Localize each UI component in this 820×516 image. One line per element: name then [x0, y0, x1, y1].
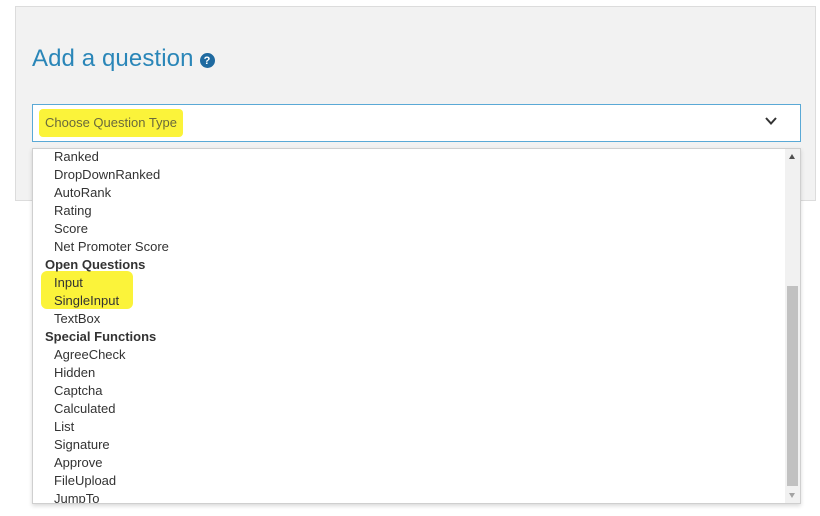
chevron-down-icon[interactable] [764, 114, 778, 128]
question-circle-icon[interactable]: ? [199, 53, 215, 68]
question-type-placeholder: Choose Question Type [39, 109, 184, 137]
scroll-up-icon[interactable] [789, 154, 795, 159]
list-item[interactable]: FileUpload [33, 472, 784, 490]
list-item[interactable]: Signature [33, 436, 784, 454]
question-type-select[interactable]: Choose Question Type [32, 104, 801, 142]
list-item[interactable]: Ranked [33, 149, 784, 166]
listbox-scrollbar[interactable] [785, 149, 800, 503]
list-item[interactable]: Approve [33, 454, 784, 472]
list-item[interactable]: Hidden [33, 364, 784, 382]
list-item[interactable]: SingleInput [33, 292, 784, 310]
list-item[interactable]: Captcha [33, 382, 784, 400]
list-item[interactable]: AgreeCheck [33, 346, 784, 364]
list-item[interactable]: Net Promoter Score [33, 238, 784, 256]
list-item[interactable]: AutoRank [33, 184, 784, 202]
list-item[interactable]: Input [33, 274, 784, 292]
list-item[interactable]: DropDownRanked [33, 166, 784, 184]
option-group-label: Special Functions [45, 329, 157, 344]
scroll-down-icon[interactable] [789, 493, 795, 498]
question-type-listbox[interactable]: Ranked DropDownRanked AutoRank Rating Score N… [32, 148, 801, 504]
question-type-options: Ranked DropDownRanked AutoRank Rating Score N… [33, 149, 784, 503]
list-item[interactable]: JumpTo [33, 490, 784, 503]
list-item[interactable]: TextBox [33, 310, 784, 328]
list-item[interactable]: List [33, 418, 784, 436]
option-group-label: Open Questions [45, 257, 146, 272]
scrollbar-thumb[interactable] [787, 286, 798, 486]
page-title: Add a question ? [32, 45, 215, 73]
list-item[interactable]: Rating [33, 202, 784, 220]
list-item[interactable]: Score [33, 220, 784, 238]
list-item[interactable]: Calculated [33, 400, 784, 418]
page-title-text: Add a question [32, 45, 194, 72]
